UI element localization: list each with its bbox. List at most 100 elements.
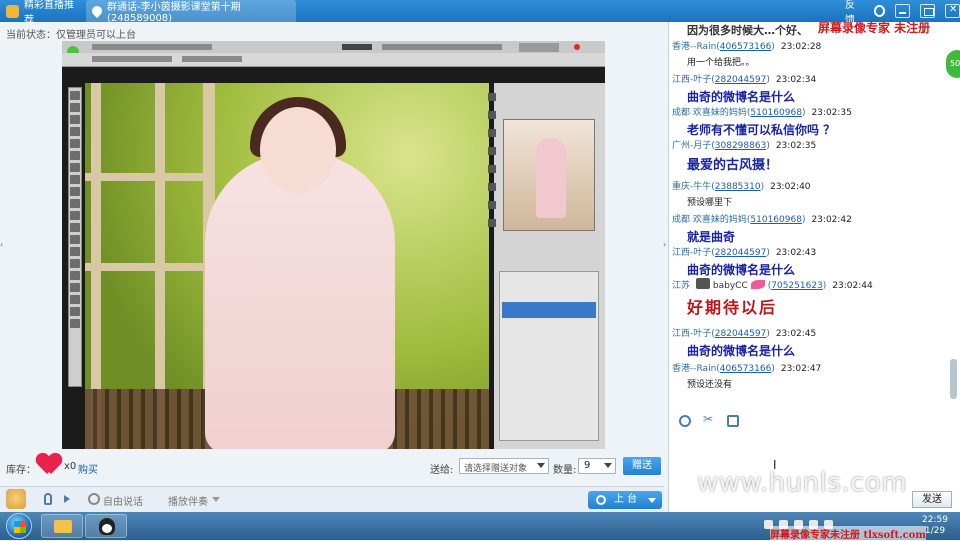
message-header: 江西-叶子(282044597) 23:02:45 — [672, 329, 817, 339]
inventory-label: 库存： — [6, 465, 36, 476]
chat-partial-line: 因为很多时候大…个好、 — [687, 24, 808, 37]
message-time: 23:02:28 — [780, 42, 822, 52]
send-gift-button[interactable]: 赠送 — [623, 457, 661, 475]
message-time: 23:02:43 — [775, 248, 817, 258]
sender-name[interactable]: 江西-叶子 — [672, 329, 711, 339]
chevron-down-icon — [537, 463, 545, 468]
bow-icon — [750, 280, 765, 289]
explorer-task-button[interactable] — [41, 514, 83, 538]
shared-screen-video[interactable] — [62, 41, 605, 449]
photoshop-toolbox — [68, 87, 82, 387]
accompany-label[interactable]: 播放伴奏 — [168, 493, 208, 508]
message-text: 老师有不懂可以私信你吗 ？ — [687, 123, 836, 137]
chat-toolbar: ✂ — [669, 409, 960, 433]
qq-task-button[interactable] — [85, 514, 127, 538]
sender-uid[interactable]: 23885310 — [715, 182, 761, 192]
quantity-value: 9 — [584, 460, 591, 471]
sender-name[interactable]: 江西-叶子 — [672, 75, 711, 85]
sender-name[interactable]: 成都 欢喜妹的妈妈 — [672, 215, 747, 225]
message-text: 曲奇的微博名是什么 — [687, 344, 796, 358]
sender-uid[interactable]: 510160968 — [750, 108, 802, 118]
model-figure — [205, 153, 395, 449]
sender-name[interactable]: 重庆-牛牛 — [672, 182, 711, 192]
heart-gift-icon[interactable] — [37, 454, 61, 476]
left-collapse-arrow-icon[interactable]: ‹ — [0, 240, 5, 250]
sender-name[interactable]: 广州-月子 — [672, 141, 711, 151]
chat-message: 香港--Rain(406573166) 23:02:47 预设还没有 — [672, 361, 942, 390]
message-time: 23:02:40 — [770, 182, 811, 192]
location-pin-icon — [89, 3, 105, 19]
sender-uid[interactable]: 406573166 — [720, 364, 772, 374]
mic-icon[interactable] — [44, 493, 52, 505]
chat-message-list: 因为很多时候大…个好、 香港--Rain(406573166) 23:02:28 … — [669, 22, 945, 407]
qq-icon — [99, 518, 115, 535]
scissors-icon[interactable]: ✂ — [703, 412, 715, 426]
window-frame — [85, 173, 205, 181]
chat-message: 江西-叶子(282044597) 23:02:34 曲奇的微博名是什么 — [672, 72, 942, 105]
message-text: 用一个给我把。。 — [687, 58, 755, 68]
message-time: 23:02:34 — [775, 75, 817, 85]
chat-message: 成都 欢喜妹的妈妈(510160968) 23:02:35 老师有不懂可以私信你吗… — [672, 105, 942, 138]
minimize-button[interactable] — [895, 4, 910, 18]
sender-uid[interactable]: 282044597 — [715, 75, 767, 85]
sender-uid[interactable]: 510160968 — [750, 215, 802, 225]
tab-group-call-label: 群通话-李小茵摄影课堂第十期(248589008) — [107, 2, 241, 24]
avatar[interactable] — [6, 489, 26, 509]
tab-group-call[interactable]: 群通话-李小茵摄影课堂第十期(248589008) — [86, 0, 296, 24]
sender-uid[interactable]: 282044597 — [715, 329, 767, 339]
skin-icon[interactable] — [873, 5, 885, 17]
chevron-down-icon[interactable] — [212, 497, 220, 502]
message-time: 23:02:35 — [775, 141, 817, 151]
free-speak-label[interactable]: 自由说话 — [103, 493, 143, 508]
scroll-thumb[interactable] — [950, 359, 957, 399]
message-time: 23:02:35 — [811, 108, 852, 118]
start-button[interactable] — [6, 513, 32, 539]
chat-message: 成都 欢喜妹的妈妈(510160968) 23:02:42 就是曲奇 — [672, 212, 942, 245]
chat-message: 重庆-牛牛(23885310) 23:02:40 预设哪里下 — [672, 179, 942, 208]
tab-live-recommend[interactable]: 精彩直播推荐 — [0, 0, 84, 26]
buy-link[interactable]: 购买 — [78, 461, 98, 476]
chat-scrollbar[interactable] — [950, 24, 958, 407]
message-text: 好期待以后 — [687, 298, 778, 317]
sender-uid[interactable]: 282044597 — [715, 248, 767, 258]
message-header: 广州-月子(308298863) 23:02:35 — [672, 141, 817, 151]
sender-name[interactable]: 香港--Rain — [672, 42, 716, 52]
green-badge[interactable]: 50 — [946, 50, 960, 78]
gift-target-value: 请选择赠送对象 — [464, 464, 528, 474]
image-icon[interactable] — [727, 415, 739, 427]
watermark-url: www.hunls.com — [697, 468, 908, 498]
chat-message: 江西-叶子(282044597) 23:02:43 曲奇的微博名是什么 — [672, 245, 942, 278]
message-text: 曲奇的微博名是什么 — [687, 90, 796, 104]
folder-icon — [54, 520, 72, 533]
live-indicator — [519, 43, 559, 52]
close-button[interactable] — [945, 4, 960, 18]
chevron-down-icon[interactable] — [648, 498, 656, 503]
sender-name[interactable]: 江西-叶子 — [672, 248, 711, 258]
sender-uid[interactable]: 308298863 — [715, 141, 767, 151]
gift-target-select[interactable]: 请选择赠送对象 — [459, 458, 549, 474]
message-header: 成都 欢喜妹的妈妈(510160968) 23:02:42 — [672, 215, 852, 225]
chat-message: 广州-月子(308298863) 23:02:35 最爱的古风摄！ — [672, 138, 942, 173]
emoji-icon[interactable] — [679, 415, 691, 427]
free-speak-icon[interactable] — [88, 493, 100, 505]
sender-name[interactable]: 成都 欢喜妹的妈妈 — [672, 108, 747, 118]
go-stage-button[interactable]: 上 台 — [588, 491, 662, 509]
chat-panel: 因为很多时候大…个好、 香港--Rain(406573166) 23:02:28 … — [668, 22, 960, 512]
sender-uid[interactable]: 406573166 — [720, 42, 772, 52]
tab-live-label: 精彩直播推荐 — [24, 0, 74, 26]
photo-canvas — [85, 83, 489, 449]
chat-message: 香港--Rain(406573166) 23:02:28 用一个给我把。。 — [672, 39, 942, 68]
message-text: 预设哪里下 — [687, 198, 733, 208]
go-stage-label: 上 台 — [614, 494, 638, 505]
gift-to-label: 送给: — [430, 465, 454, 476]
sender-name[interactable]: 香港--Rain — [672, 364, 716, 374]
sender-uid[interactable]: 705251623 — [771, 281, 823, 291]
layers-panel — [499, 271, 599, 441]
message-time: 23:02:42 — [811, 215, 852, 225]
speaker-icon[interactable] — [64, 495, 70, 503]
maximize-button[interactable] — [920, 4, 935, 18]
sender-name[interactable]: 江苏 — [672, 281, 690, 291]
send-button[interactable]: 发送 — [912, 491, 952, 508]
sender-nick[interactable]: babyCC — [713, 281, 748, 291]
quantity-select[interactable]: 9 — [578, 458, 616, 474]
